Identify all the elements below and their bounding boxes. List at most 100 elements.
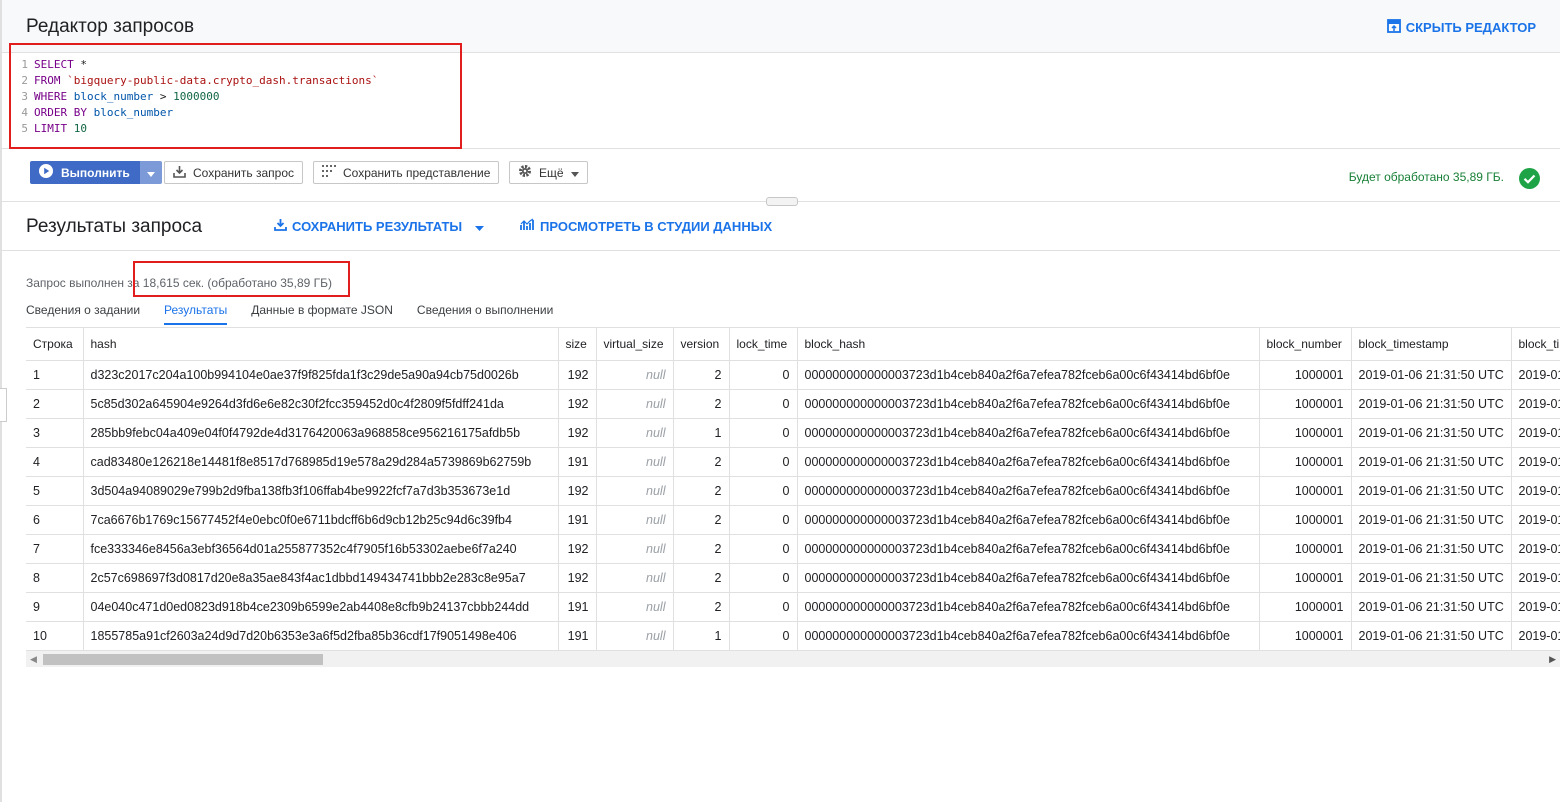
line-number: 5 [21,122,28,135]
column-header[interactable]: block_number [1259,327,1352,361]
chart-icon [520,218,535,234]
line-number: 3 [21,90,28,103]
line-number: 1 [21,58,28,71]
validation-check-icon [1519,168,1540,194]
table-cell: 1000001 [1259,418,1352,448]
save-view-button[interactable]: Сохранить представление [313,161,500,184]
hide-editor-button[interactable]: СКРЫТЬ РЕДАКТОР [1386,19,1536,36]
table-cell: 3 [26,418,84,448]
table-cell: 5c85d302a645904e9264d3fd6e6e82c30f2fcc35… [83,389,559,419]
tab-2[interactable]: Данные в формате JSON [251,301,393,325]
table-cell: 192 [558,389,597,419]
run-button[interactable]: Выполнить [30,161,140,184]
table-cell: 000000000000003723d1b4ceb840a2f6a7efea78… [797,563,1260,593]
table-cell: 192 [558,534,597,564]
scrollbar-thumb[interactable] [43,654,323,665]
tab-3[interactable]: Сведения о выполнении [417,301,553,325]
table-cell: 0 [729,360,798,390]
table-cell: 7ca6676b1769c15677452f4e0ebc0f0e6711bdcf… [83,505,559,535]
results-title: Результаты запроса [26,216,203,237]
save-results-button[interactable]: СОХРАНИТЬ РЕЗУЛЬТАТЫ [274,218,485,234]
more-button[interactable]: Ещё [509,161,588,184]
table-cell: 192 [558,418,597,448]
studio-label: ПРОСМОТРЕТЬ В СТУДИИ ДАННЫХ [540,218,773,234]
table-row: 6 7ca6676b1769c15677452f4e0ebc0f0e6711bdc… [26,505,1560,535]
column-header[interactable]: hash [83,327,559,361]
table-cell: 1855785a91cf2603a24d9d7d20b6353e3a6f5d2f… [83,621,559,650]
results-header: Результаты запроса СОХРАНИТЬ РЕЗУЛЬТАТЫ … [2,202,1560,251]
table-row: 3 285bb9febc04a409e04f0f4792de4d317642006… [26,418,1560,448]
table-cell: 2019-01-01 [1511,592,1560,622]
table-cell: 2019-01-06 21:31:50 UTC [1351,592,1512,622]
code-token: ORDER BY [34,106,87,119]
column-header[interactable]: lock_time [729,327,798,361]
table-cell: 2019-01-06 21:31:50 UTC [1351,563,1512,593]
explore-data-studio-button[interactable]: ПРОСМОТРЕТЬ В СТУДИИ ДАННЫХ [520,218,772,234]
column-header[interactable]: block_hash [797,327,1260,361]
run-button-group: Выполнить [30,161,162,184]
play-icon [39,164,53,181]
table-cell: 2019-01-01 [1511,418,1560,448]
column-header[interactable]: version [673,327,730,361]
table-cell: 2 [673,476,730,506]
table-cell: 000000000000003723d1b4ceb840a2f6a7efea78… [797,418,1260,448]
column-header[interactable]: block_timestamp [1351,327,1512,361]
code-line: 5 LIMIT 10 [2,121,87,137]
table-cell: fce333346e8456a3ebf36564d01a255877352c4f… [83,534,559,564]
editor-toolbar: Выполнить Сохранить запрос Сохранить пре… [2,149,1560,202]
save-query-button[interactable]: Сохранить запрос [164,161,303,184]
chevron-down-icon [570,166,579,180]
table-header-row: Строка hash size virtual_size version lock_ti… [26,327,1560,361]
column-header[interactable]: block_timestamp_month [1511,327,1560,361]
code-token: WHERE [34,90,68,103]
table-cell: 2019-01-06 21:31:50 UTC [1351,360,1512,390]
line-number: 4 [21,106,28,119]
download-icon [173,165,186,181]
line-number: 2 [21,74,28,87]
code-token: LIMIT [34,122,68,135]
table-row: 8 2c57c698697f3d0817d20e8a35ae843f4ac1dbb… [26,563,1560,593]
table-cell: null [596,447,674,477]
editor-title: Редактор запросов [26,16,195,37]
table-cell: 2019-01-06 21:31:50 UTC [1351,534,1512,564]
table-cell: 2 [673,534,730,564]
table-cell: 7 [26,534,84,564]
tab-1[interactable]: Результаты [164,301,228,325]
table-cell: 192 [558,476,597,506]
download-icon [274,218,287,234]
table-row: 10 1855785a91cf2603a24d9d7d20b6353e3a6f5d… [26,621,1560,650]
horizontal-scrollbar[interactable]: ◀ ▶ [26,650,1560,667]
code-token: block_number [86,106,174,119]
column-header[interactable]: Строка [26,327,84,361]
column-header[interactable]: virtual_size [596,327,674,361]
table-cell: 2 [673,360,730,390]
table-cell: 8 [26,563,84,593]
side-panel-handle[interactable] [0,388,7,422]
table-cell: 1000001 [1259,563,1352,593]
scroll-left-icon[interactable]: ◀ [30,654,37,665]
code-token: `bigquery-public-data.crypto_dash.transa… [60,74,379,87]
table-cell: 4 [26,447,84,477]
table-cell: null [596,418,674,448]
table-cell: 2019-01-06 21:31:50 UTC [1351,476,1512,506]
table-cell: null [596,360,674,390]
more-label: Ещё [539,165,564,180]
table-cell: 0 [729,389,798,419]
scroll-right-icon[interactable]: ▶ [1549,654,1556,665]
results-table: Строка hash size virtual_size version lock_ti… [26,327,1560,650]
code-line: 2 FROM `bigquery-public-data.crypto_dash.… [2,73,378,89]
column-header[interactable]: size [558,327,597,361]
table-cell: 2019-01-01 [1511,534,1560,564]
table-cell: 192 [558,360,597,390]
table-cell: cad83480e126218e14481f8e8517d768985d19e5… [83,447,559,477]
table-cell: 000000000000003723d1b4ceb840a2f6a7efea78… [797,447,1260,477]
table-cell: 000000000000003723d1b4ceb840a2f6a7efea78… [797,621,1260,650]
tab-0[interactable]: Сведения о задании [26,301,140,325]
table-row: 9 04e040c471d0ed0823d918b4ce2309b6599e2ab… [26,592,1560,622]
table-cell: null [596,389,674,419]
table-cell: 1000001 [1259,592,1352,622]
code-line: 4 ORDER BY block_number [2,105,173,121]
run-options-dropdown[interactable] [139,161,162,184]
sql-editor[interactable]: 1 SELECT * 2 FROM `bigquery-public-data.cry… [2,53,1560,149]
chevron-down-icon [475,219,485,234]
